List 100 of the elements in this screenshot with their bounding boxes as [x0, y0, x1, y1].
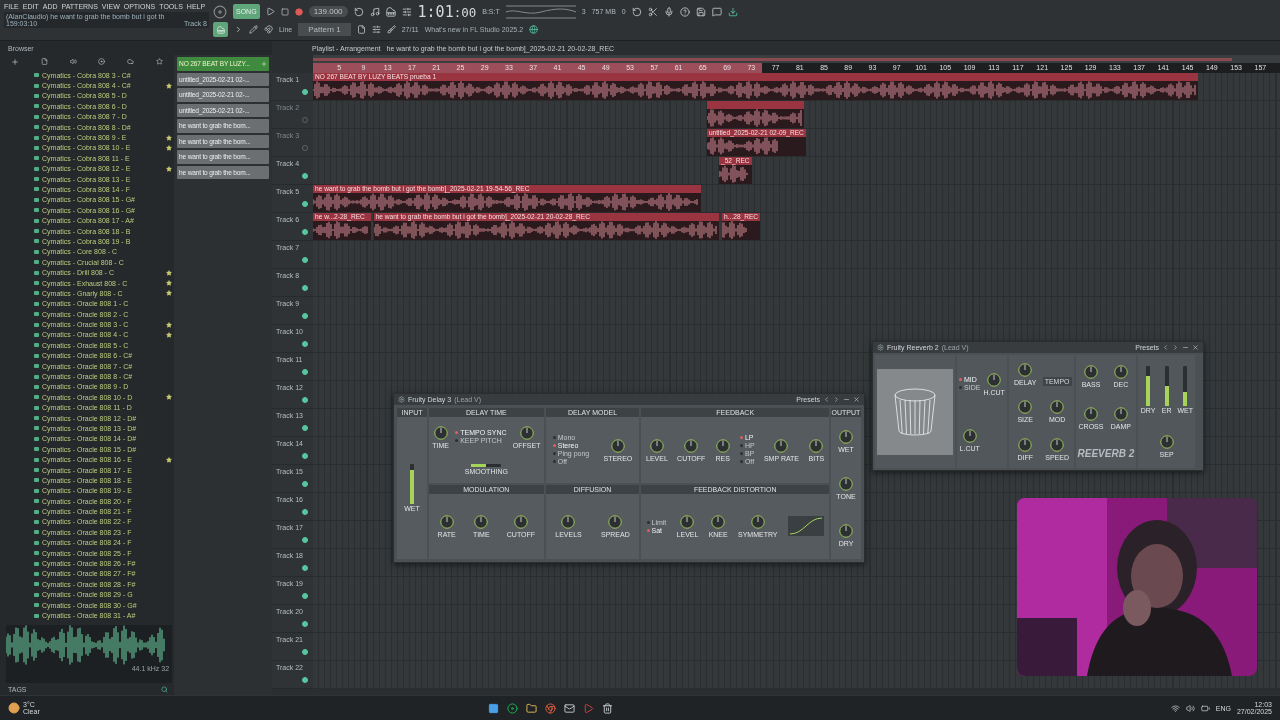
file-icon[interactable] [40, 58, 48, 65]
knob[interactable] [607, 514, 624, 531]
knob[interactable] [1112, 364, 1129, 381]
mute-indicator[interactable] [302, 313, 308, 319]
knob[interactable] [1017, 436, 1034, 453]
knob[interactable] [1017, 399, 1034, 416]
next-icon[interactable] [833, 396, 840, 403]
mute-indicator[interactable] [302, 425, 308, 431]
mute-indicator[interactable] [302, 649, 308, 655]
scroll-thumb[interactable] [313, 57, 1232, 61]
playlist-button[interactable] [213, 22, 228, 37]
knob[interactable] [438, 514, 455, 531]
knob[interactable] [837, 476, 854, 492]
keyboard-icon[interactable] [385, 6, 396, 17]
previous-icon[interactable] [823, 396, 830, 403]
mute-indicator[interactable] [302, 453, 308, 459]
start-icon[interactable] [488, 702, 499, 714]
next-icon[interactable] [1172, 344, 1179, 351]
knob[interactable] [1049, 436, 1066, 453]
fader-fill[interactable] [1164, 385, 1169, 406]
minimize-icon[interactable] [843, 396, 850, 403]
mute-indicator[interactable] [302, 397, 308, 403]
knob[interactable] [838, 428, 854, 445]
tempo-display[interactable]: 139.000 [308, 6, 348, 17]
knob[interactable] [432, 424, 449, 441]
mute-indicator[interactable] [302, 229, 308, 235]
knob[interactable] [808, 437, 825, 454]
file-icon[interactable] [356, 25, 366, 34]
sliders-icon[interactable] [371, 25, 381, 34]
mute-indicator[interactable] [302, 369, 308, 375]
knob[interactable] [838, 523, 854, 540]
knob[interactable] [512, 514, 529, 531]
close-icon[interactable] [1192, 344, 1199, 351]
folder-icon[interactable] [526, 702, 537, 714]
video-app-icon[interactable] [583, 702, 594, 714]
audio-clip[interactable] [706, 101, 804, 128]
disc-icon[interactable] [98, 58, 106, 65]
mail-icon[interactable] [564, 702, 575, 714]
knob[interactable] [986, 371, 1003, 388]
help-icon[interactable] [679, 6, 690, 17]
knob[interactable] [683, 437, 700, 454]
search-icon[interactable] [161, 685, 169, 693]
knob[interactable] [773, 437, 790, 454]
mute-indicator[interactable] [302, 285, 308, 291]
refresh-icon[interactable] [631, 6, 642, 17]
mute-indicator[interactable] [302, 201, 308, 207]
mute-indicator[interactable] [302, 481, 308, 487]
fader-fill[interactable] [1146, 375, 1151, 406]
knob[interactable] [1083, 364, 1099, 381]
slider-fill[interactable] [471, 463, 487, 467]
record-icon[interactable] [294, 7, 303, 16]
cut-icon[interactable] [647, 6, 658, 17]
cloud-icon[interactable] [127, 58, 135, 65]
settings-icon[interactable] [398, 396, 405, 403]
loop-region[interactable] [313, 63, 762, 73]
metronome-icon[interactable] [369, 6, 380, 17]
knob[interactable] [710, 514, 727, 531]
undo-icon[interactable] [353, 6, 364, 17]
scroll-bar[interactable] [313, 55, 1280, 63]
mute-indicator[interactable] [302, 565, 308, 571]
weather-icon[interactable] [8, 702, 20, 714]
mute-indicator[interactable] [302, 509, 308, 515]
previous-icon[interactable] [1162, 344, 1169, 351]
browser-icon[interactable] [545, 702, 556, 714]
knob[interactable] [749, 514, 766, 531]
star-icon[interactable] [156, 58, 164, 65]
mute-indicator[interactable] [302, 621, 308, 627]
brush-icon[interactable] [386, 25, 396, 34]
mute-indicator[interactable] [302, 677, 308, 683]
minimize-icon[interactable] [1182, 344, 1189, 351]
knob[interactable] [714, 437, 731, 454]
knob[interactable] [560, 514, 577, 531]
mute-indicator[interactable] [302, 593, 308, 599]
knob[interactable] [1112, 406, 1129, 422]
mixer-icon[interactable] [401, 6, 412, 17]
knob[interactable] [1017, 362, 1034, 379]
chat-icon[interactable] [711, 6, 722, 17]
pattern-selector[interactable]: Pattern 1 [298, 23, 351, 36]
globe-icon[interactable] [529, 25, 539, 34]
close-icon[interactable] [853, 396, 860, 403]
music-app-icon[interactable] [507, 702, 518, 714]
mute-indicator[interactable] [302, 89, 308, 95]
settings-icon[interactable] [877, 344, 884, 351]
magnet-icon[interactable] [264, 25, 273, 34]
knob[interactable] [473, 514, 490, 531]
knob[interactable] [679, 514, 696, 531]
knob[interactable] [961, 427, 978, 444]
download-icon[interactable] [727, 6, 738, 17]
save-icon[interactable] [695, 6, 706, 17]
master-knob-icon[interactable] [213, 4, 227, 19]
play-icon[interactable] [265, 7, 275, 16]
knob[interactable] [518, 424, 535, 441]
fader-fill[interactable] [1183, 391, 1188, 406]
battery-icon[interactable] [1200, 703, 1210, 713]
trash-icon[interactable] [602, 702, 613, 714]
mute-indicator[interactable] [302, 341, 308, 347]
all-tab-icon[interactable] [10, 57, 19, 66]
knob[interactable] [1083, 406, 1099, 422]
speaker-icon[interactable] [69, 58, 77, 65]
knob[interactable] [648, 437, 665, 454]
